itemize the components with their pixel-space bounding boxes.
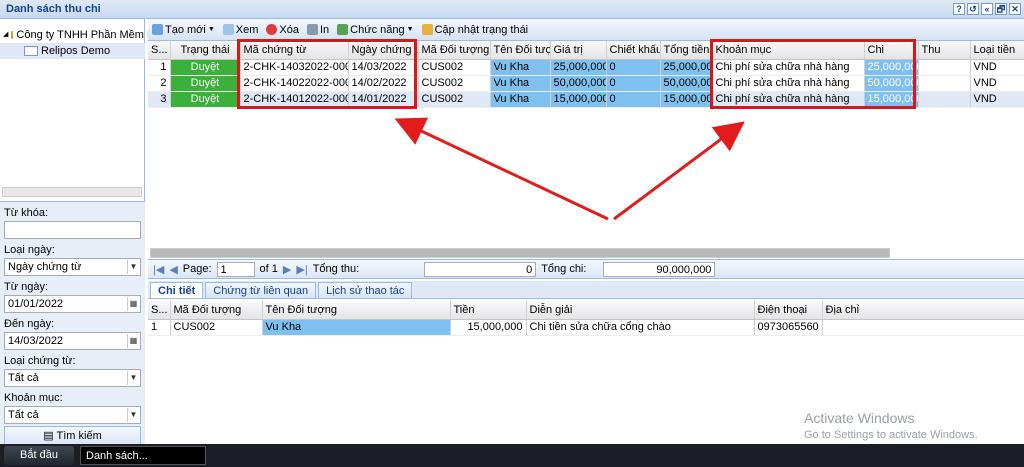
grid-scrollbar[interactable] <box>150 248 890 258</box>
detail-grid: S... Mã Đối tượng Tên Đối tượng Tiền Diễ… <box>148 301 1024 336</box>
cell-phone: 0973065560 <box>754 319 823 336</box>
cell-address <box>822 319 1024 336</box>
keyword-input[interactable] <box>4 221 141 239</box>
last-page-icon[interactable]: ▶| <box>296 263 307 276</box>
col-header[interactable]: Mã Đối tượng <box>170 301 263 320</box>
cell-description: Chi tiền sửa chữa cổng chào <box>526 319 755 336</box>
page-input[interactable]: 1 <box>216 261 255 277</box>
total-in-label: Tổng thu: <box>312 263 360 275</box>
folder-icon <box>11 31 14 39</box>
chevron-down-icon[interactable]: ▼ <box>127 260 139 274</box>
to-date-input[interactable]: 14/03/2022 ▦ <box>4 332 141 350</box>
to-date-value: 14/03/2022 <box>8 335 64 347</box>
cell-customer-name: Vu Kha <box>262 319 451 336</box>
tab-detail[interactable]: Chi tiết <box>150 282 204 298</box>
cell-customer-code: CUS002 <box>170 319 263 336</box>
total-in-field: 0 <box>424 261 537 277</box>
from-date-label: Từ ngày: <box>4 281 49 293</box>
col-header[interactable]: Điện thoại <box>754 301 823 320</box>
window-buttons: ? ↺ « 🗗 ✕ <box>953 3 1021 15</box>
main-panel: Tạo mới ▼ Xem Xóa In Chức năng ▼ Cập nhật … <box>148 19 1024 444</box>
help-button[interactable]: ? <box>953 3 965 15</box>
col-header[interactable]: Tiền <box>450 301 527 320</box>
total-out-label: Tổng chi: <box>541 263 587 275</box>
page-label: Page: <box>182 263 212 275</box>
from-date-value: 01/01/2022 <box>8 298 64 310</box>
branch-icon <box>24 46 38 56</box>
company-tree: ◢ Công ty TNHH Phần Mềm Hợp Relipos Demo <box>0 19 168 197</box>
prev-page-icon[interactable]: ◀ <box>169 263 177 276</box>
item-select[interactable]: Tất cả ▼ <box>4 406 141 424</box>
tree-node-label: Relipos Demo <box>41 45 111 57</box>
window-title-text: Danh sách thu chi <box>6 3 101 15</box>
filter-panel: Từ khóa: Loại ngày: Ngày chứng từ ▼ Từ ng… <box>0 201 145 446</box>
annotation-arrows <box>394 117 745 221</box>
date-type-label: Loại ngày: <box>4 244 55 256</box>
restore-button[interactable]: 🗗 <box>995 3 1007 15</box>
first-page-icon[interactable]: |◀ <box>153 263 164 276</box>
keyword-label: Từ khóa: <box>4 207 49 219</box>
col-header[interactable]: Tên Đối tượng <box>262 301 451 320</box>
col-header[interactable]: S... <box>148 301 171 320</box>
col-header[interactable]: Địa chỉ <box>822 301 1024 320</box>
item-value: Tất cả <box>8 409 39 421</box>
arrow-right <box>613 121 745 221</box>
tree-node-label: Công ty TNHH Phần Mềm Hợp <box>16 29 169 41</box>
chevron-down-icon[interactable]: ▼ <box>127 408 139 422</box>
collapse-triangle-icon[interactable]: ◢ <box>3 27 8 43</box>
item-label: Khoản mục: <box>4 392 63 404</box>
date-type-select[interactable]: Ngày chứng từ ▼ <box>4 258 141 276</box>
tab-history[interactable]: Lịch sử thao tác <box>318 282 413 298</box>
pager: |◀ ◀ Page: 1 of 1 ▶ ▶| Tổng thu: 0 Tổng … <box>148 259 1024 279</box>
window-title: Danh sách thu chi ? ↺ « 🗗 ✕ <box>0 0 1024 19</box>
cell-index: 1 <box>148 319 171 336</box>
activation-watermark-title: Activate Windows <box>804 410 915 426</box>
search-icon: ▤ <box>43 430 54 442</box>
from-date-input[interactable]: 01/01/2022 ▦ <box>4 295 141 313</box>
close-button[interactable]: ✕ <box>1009 3 1021 15</box>
search-button[interactable]: ▤ Tìm kiếm <box>4 426 141 446</box>
detail-tabs: Chi tiết Chứng từ liên quan Lịch sử thao… <box>148 281 1024 299</box>
refresh-button[interactable]: ↺ <box>967 3 979 15</box>
voucher-type-select[interactable]: Tất cả ▼ <box>4 369 141 387</box>
chevron-down-icon[interactable]: ▼ <box>127 371 139 385</box>
activation-watermark-text: Go to Settings to activate Windows. <box>804 429 978 441</box>
voucher-type-label: Loại chứng từ: <box>4 355 76 367</box>
cell-amount: 15,000,000 <box>450 319 527 336</box>
start-button[interactable]: Bắt đầu <box>4 446 74 465</box>
table-row[interactable]: 1 CUS002 Vu Kha 15,000,000 Chi tiền sửa … <box>148 319 1024 336</box>
tab-related-vouchers[interactable]: Chứng từ liên quan <box>205 282 317 298</box>
tree-scrollbar[interactable] <box>2 187 142 197</box>
taskbar: Bắt đầu Danh sách... <box>0 444 1024 467</box>
col-header[interactable]: Diễn giải <box>526 301 755 320</box>
calendar-icon[interactable]: ▦ <box>127 297 139 311</box>
detail-header: S... Mã Đối tượng Tên Đối tượng Tiền Diễ… <box>148 301 1024 320</box>
to-date-label: Đến ngày: <box>4 318 55 330</box>
search-button-label: Tìm kiếm <box>56 430 102 442</box>
total-out-field: 90,000,000 <box>603 261 716 277</box>
page-count: of 1 <box>259 263 278 275</box>
collapse-button[interactable]: « <box>981 3 993 15</box>
voucher-type-value: Tất cả <box>8 372 39 384</box>
tree-node-branch[interactable]: Relipos Demo <box>0 43 145 59</box>
next-page-icon[interactable]: ▶ <box>283 263 291 276</box>
arrow-left <box>394 117 609 221</box>
calendar-icon[interactable]: ▦ <box>127 334 139 348</box>
tree-node-company[interactable]: ◢ Công ty TNHH Phần Mềm Hợp <box>0 27 168 43</box>
left-panel: ◢ Công ty TNHH Phần Mềm Hợp Relipos Demo… <box>0 19 168 446</box>
date-type-value: Ngày chứng từ <box>8 261 82 273</box>
taskbar-item[interactable]: Danh sách... <box>80 446 206 465</box>
